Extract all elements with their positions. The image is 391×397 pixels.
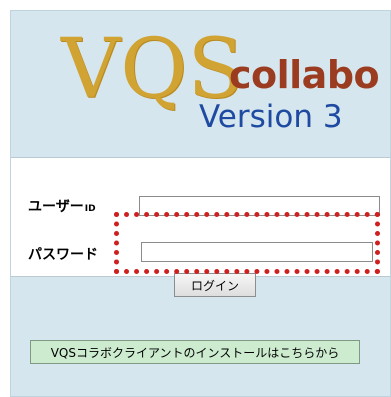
logo-version-text: Version 3 xyxy=(199,99,343,135)
login-page: VQS collabo Version 3 ユーザーID パスワード ログイン xyxy=(10,10,391,397)
username-label-id: ID xyxy=(84,204,96,214)
username-input[interactable] xyxy=(139,196,380,216)
password-input[interactable] xyxy=(141,242,373,262)
username-label-text: ユーザー xyxy=(28,199,84,215)
login-button[interactable]: ログイン xyxy=(174,273,256,297)
logo-collabo-text: collabo xyxy=(229,53,380,97)
login-form: ユーザーID パスワード ログイン xyxy=(11,157,390,297)
password-label: パスワード xyxy=(28,247,98,263)
install-client-button[interactable]: VQSコラボクライアントのインストールはこちらから xyxy=(30,340,360,364)
app-logo: VQS collabo Version 3 xyxy=(11,11,390,157)
username-label: ユーザーID xyxy=(28,196,96,216)
